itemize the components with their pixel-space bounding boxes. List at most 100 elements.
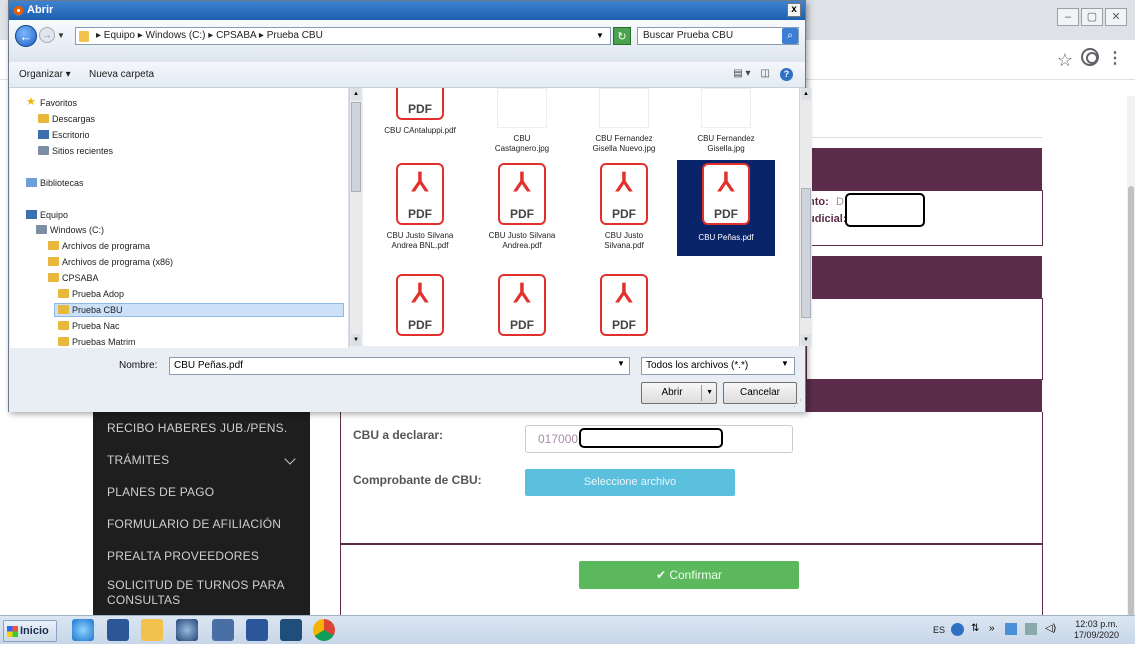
forward-button[interactable]: → bbox=[39, 27, 55, 43]
file-item[interactable]: ⅄ PDF bbox=[371, 274, 469, 336]
menu-dots-icon[interactable]: ⋮ bbox=[1107, 48, 1123, 68]
account-icon[interactable] bbox=[1081, 48, 1099, 66]
view-options-icon[interactable]: ▤ ▾ bbox=[733, 68, 750, 81]
scroll-thumb[interactable] bbox=[801, 188, 811, 318]
select-file-button[interactable]: Seleccione archivo bbox=[525, 469, 735, 496]
new-folder-button[interactable]: Nueva carpeta bbox=[89, 69, 154, 80]
scroll-up-arrow[interactable]: ▲ bbox=[351, 88, 361, 100]
breadcrumb[interactable]: ▸ Equipo ▸ Windows (C:) ▸ CPSABA ▸ Prueb… bbox=[75, 27, 611, 45]
language-indicator[interactable]: ES bbox=[933, 625, 945, 635]
tree-item-archivos-programa[interactable]: Archivos de programa bbox=[62, 241, 150, 251]
pdf-tray-icon[interactable] bbox=[1005, 623, 1017, 635]
system-tray: ES ⇅ » ◁) 12:03 p.m. 17/09/2020 bbox=[925, 616, 1135, 645]
file-item[interactable]: PDF CBU CAntaluppi.pdf bbox=[371, 88, 469, 136]
menu-item-tramites[interactable]: TRÁMITES bbox=[93, 444, 310, 476]
menu-item-turnos[interactable]: SOLICITUD DE TURNOS PARA CONSULTAS bbox=[93, 572, 293, 620]
image-thumbnail-icon bbox=[701, 88, 751, 128]
history-dropdown-icon[interactable]: ▼ bbox=[57, 31, 65, 40]
internet-explorer-icon[interactable] bbox=[72, 619, 94, 641]
back-button[interactable]: ← bbox=[15, 25, 37, 47]
help-tray-icon[interactable] bbox=[951, 623, 964, 636]
menu-item-recibo[interactable]: RECIBO HABERES JUB./PENS. bbox=[93, 412, 310, 444]
preview-pane-icon[interactable]: ◫ bbox=[761, 68, 770, 81]
outlook-icon[interactable] bbox=[107, 619, 129, 641]
media-player-icon[interactable] bbox=[176, 619, 198, 641]
info-value: D bbox=[836, 196, 844, 208]
arrow-tray-icon[interactable]: » bbox=[989, 623, 995, 634]
organize-button[interactable]: Organizar ▾ bbox=[19, 69, 71, 80]
tree-item-windows-c[interactable]: Windows (C:) bbox=[50, 225, 104, 235]
scroll-up-arrow[interactable]: ▲ bbox=[801, 88, 811, 100]
tree-item-equipo[interactable]: Equipo bbox=[40, 210, 68, 220]
windows-logo-icon bbox=[7, 626, 18, 637]
tree-item-escritorio[interactable]: Escritorio bbox=[52, 130, 90, 140]
open-dropdown-icon[interactable]: ▼ bbox=[706, 383, 713, 403]
filename-input[interactable]: CBU Peñas.pdf bbox=[169, 357, 630, 375]
app-n-icon[interactable] bbox=[280, 619, 302, 641]
database-icon[interactable] bbox=[212, 619, 234, 641]
volume-icon[interactable]: ◁) bbox=[1045, 623, 1056, 634]
display-tray-icon[interactable] bbox=[1025, 623, 1037, 635]
file-item[interactable]: CBU Fernandez Gisella Nuevo.jpg bbox=[575, 88, 673, 154]
filetype-dropdown-icon[interactable]: ▼ bbox=[781, 359, 789, 368]
address-dropdown-icon[interactable]: ▼ bbox=[589, 27, 611, 45]
tree-item-bibliotecas[interactable]: Bibliotecas bbox=[40, 178, 84, 188]
file-item[interactable]: CBU Fernandez Gisella.jpg bbox=[677, 88, 775, 154]
file-name: CBU Fernandez Gisella.jpg bbox=[697, 134, 755, 153]
minimize-button[interactable]: – bbox=[1057, 8, 1079, 26]
tree-item-favoritos[interactable]: Favoritos bbox=[40, 98, 77, 108]
confirm-button[interactable]: ✔ Confirmar bbox=[579, 561, 799, 589]
file-item[interactable]: ⅄ PDF CBU Justo Silvana Andrea BNL.pdf bbox=[371, 163, 469, 251]
file-item[interactable]: ⅄ PDF CBU Justo Silvana Andrea.pdf bbox=[473, 163, 571, 251]
close-button[interactable]: ✕ bbox=[1105, 8, 1127, 26]
scroll-down-arrow[interactable]: ▼ bbox=[801, 334, 811, 346]
file-item-selected[interactable]: ⅄ PDF CBU Peñas.pdf bbox=[677, 160, 775, 256]
scroll-down-arrow[interactable]: ▼ bbox=[351, 334, 361, 346]
open-button[interactable]: Abrir ▼ bbox=[641, 382, 717, 404]
chrome-taskbar-icon[interactable] bbox=[313, 619, 335, 641]
clock[interactable]: 12:03 p.m. 17/09/2020 bbox=[1074, 619, 1119, 641]
scroll-thumb[interactable] bbox=[1128, 186, 1134, 616]
scroll-thumb[interactable] bbox=[351, 102, 361, 192]
file-item[interactable]: ⅄ PDF CBU Justo Silvana.pdf bbox=[575, 163, 673, 251]
tree-item-prueba-nac[interactable]: Prueba Nac bbox=[72, 321, 120, 331]
section-header-bar bbox=[806, 256, 1042, 298]
maximize-button[interactable]: ▢ bbox=[1081, 8, 1103, 26]
pdf-icon: ⅄ PDF bbox=[498, 274, 546, 336]
start-label: Inicio bbox=[20, 625, 49, 637]
tree-item-archivos-programa-x86[interactable]: Archivos de programa (x86) bbox=[62, 257, 173, 267]
menu-item-planes[interactable]: PLANES DE PAGO bbox=[93, 476, 310, 508]
file-item[interactable]: ⅄ PDF bbox=[473, 274, 571, 336]
file-list-scrollbar[interactable]: ▲ ▼ bbox=[799, 88, 812, 346]
resize-grip-icon[interactable]: ⋰ bbox=[793, 398, 802, 409]
file-item[interactable]: ⅄ PDF bbox=[575, 274, 673, 336]
tree-item-prueba-cbu[interactable]: Prueba CBU bbox=[72, 305, 123, 315]
filetype-select[interactable]: Todos los archivos (*.*) bbox=[641, 357, 795, 375]
file-name: CBU Peñas.pdf bbox=[698, 233, 754, 242]
search-input[interactable]: Buscar Prueba CBU bbox=[637, 27, 799, 45]
bookmark-star-icon[interactable]: ☆ bbox=[1057, 50, 1073, 71]
menu-item-afiliacion[interactable]: FORMULARIO DE AFILIACIÓN bbox=[93, 508, 310, 540]
nav-pane-scrollbar[interactable]: ▲ ▼ bbox=[349, 88, 362, 346]
tree-item-recientes[interactable]: Sitios recientes bbox=[52, 146, 113, 156]
network-icon[interactable]: ⇅ bbox=[971, 623, 979, 634]
file-name: CBU Fernandez Gisella Nuevo.jpg bbox=[592, 134, 656, 153]
word-icon[interactable] bbox=[246, 619, 268, 641]
dialog-close-button[interactable]: x bbox=[787, 3, 801, 17]
file-item[interactable]: CBU Castagnero.jpg bbox=[473, 88, 571, 154]
tree-item-descargas[interactable]: Descargas bbox=[52, 114, 95, 124]
tree-item-pruebas-matrim[interactable]: Pruebas Matrim bbox=[72, 337, 136, 347]
start-button[interactable]: Inicio bbox=[3, 620, 57, 642]
file-name: CBU Justo Silvana.pdf bbox=[604, 231, 644, 250]
cancel-button[interactable]: Cancelar bbox=[723, 382, 797, 404]
file-explorer-icon[interactable] bbox=[141, 619, 163, 641]
filename-dropdown-icon[interactable]: ▼ bbox=[617, 359, 625, 368]
file-name: CBU CAntaluppi.pdf bbox=[384, 126, 456, 135]
page-scrollbar[interactable] bbox=[1127, 96, 1135, 616]
refresh-icon[interactable]: ↻ bbox=[613, 27, 631, 45]
search-icon[interactable]: ⌕ bbox=[782, 28, 798, 44]
help-icon[interactable]: ? bbox=[780, 68, 793, 81]
menu-item-proveedores[interactable]: PREALTA PROVEEDORES bbox=[93, 540, 310, 572]
tree-item-cpsaba[interactable]: CPSABA bbox=[62, 273, 99, 283]
tree-item-prueba-adop[interactable]: Prueba Adop bbox=[72, 289, 124, 299]
